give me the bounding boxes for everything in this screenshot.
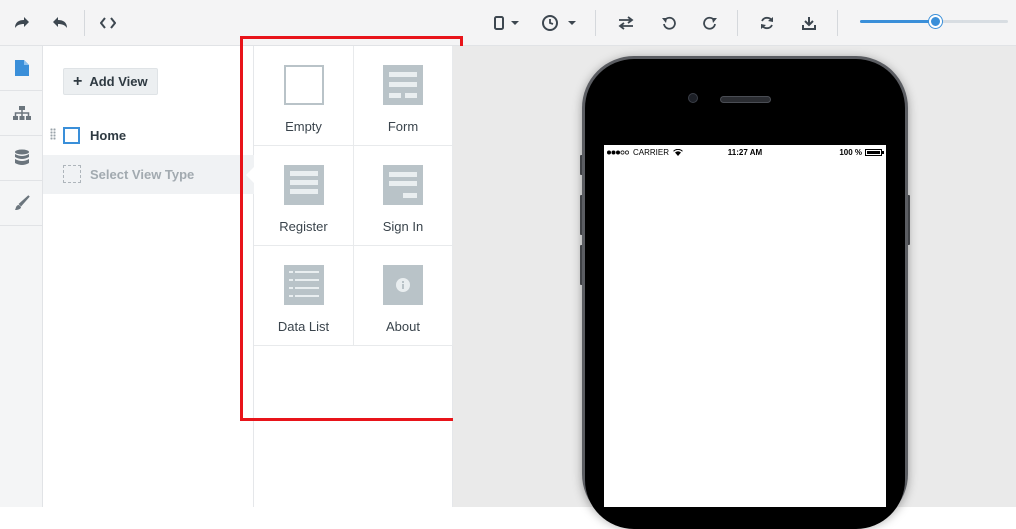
status-bar-right: 100 % <box>839 148 884 157</box>
status-bar: CARRIER 11:27 AM 100 % <box>604 145 886 160</box>
view-type-form[interactable]: Form <box>354 46 453 146</box>
add-view-label: Add View <box>89 74 148 89</box>
sign-in-view-icon <box>383 165 423 205</box>
phone-camera <box>688 93 698 103</box>
view-label: Select View Type <box>90 167 195 182</box>
view-item-home[interactable]: Home <box>43 116 254 155</box>
view-checkbox[interactable] <box>63 127 80 144</box>
phone-screen[interactable]: CARRIER 11:27 AM 100 % <box>604 145 886 507</box>
view-type-label: Form <box>387 119 419 134</box>
swap-icon[interactable] <box>616 11 636 35</box>
add-view-button[interactable]: + Add View <box>63 68 158 95</box>
database-icon[interactable] <box>0 136 43 181</box>
undo-icon[interactable] <box>50 11 70 35</box>
data-list-view-icon <box>283 265 324 305</box>
mobile-device-icon[interactable] <box>490 11 522 35</box>
icon-rail <box>0 46 43 507</box>
zoom-slider-thumb[interactable] <box>929 15 943 28</box>
view-type-label: Register <box>279 219 328 234</box>
view-label: Home <box>90 128 127 143</box>
view-type-label: Empty <box>285 119 322 134</box>
phone-speaker <box>720 96 771 103</box>
view-type-label: Sign In <box>382 219 424 234</box>
sitemap-icon[interactable] <box>0 91 43 136</box>
view-type-register[interactable]: Register <box>254 146 354 246</box>
battery-percent: 100 % <box>839 148 862 157</box>
toolbar-divider <box>737 10 738 36</box>
battery-icon <box>865 149 884 156</box>
view-type-popover: Empty Form Register Sign In Data List Ab… <box>254 46 453 507</box>
redo-icon[interactable] <box>12 11 32 35</box>
toolbar-divider <box>84 10 85 36</box>
page-icon[interactable] <box>0 46 43 91</box>
toolbar <box>0 0 1016 46</box>
view-type-label: Data List <box>277 319 330 334</box>
view-type-about[interactable]: About <box>354 246 453 346</box>
view-item-select-type[interactable]: Select View Type <box>43 155 254 194</box>
views-panel: + Add View Home Select View Type <box>43 46 254 507</box>
empty-view-icon <box>283 65 324 105</box>
zoom-slider[interactable] <box>860 15 1008 28</box>
rotate-right-icon[interactable] <box>700 11 720 35</box>
code-icon[interactable] <box>98 11 118 35</box>
rotate-left-icon[interactable] <box>659 11 679 35</box>
view-type-label: About <box>386 319 420 334</box>
popover-arrow <box>246 167 254 183</box>
refresh-icon[interactable] <box>757 11 777 35</box>
brush-icon[interactable] <box>0 181 43 226</box>
toolbar-divider <box>837 10 838 36</box>
view-type-sign-in[interactable]: Sign In <box>354 146 453 246</box>
clock-icon[interactable] <box>540 11 578 35</box>
view-placeholder-checkbox <box>63 165 81 183</box>
zoom-slider-fill <box>860 20 936 23</box>
info-icon <box>383 265 423 305</box>
register-view-icon <box>283 165 324 205</box>
toolbar-divider <box>595 10 596 36</box>
form-view-icon <box>383 65 423 105</box>
drag-handle-icon[interactable] <box>50 128 56 140</box>
download-icon[interactable] <box>799 11 819 35</box>
plus-icon: + <box>73 72 83 90</box>
view-type-empty[interactable]: Empty <box>254 46 354 146</box>
view-type-data-list[interactable]: Data List <box>254 246 354 346</box>
